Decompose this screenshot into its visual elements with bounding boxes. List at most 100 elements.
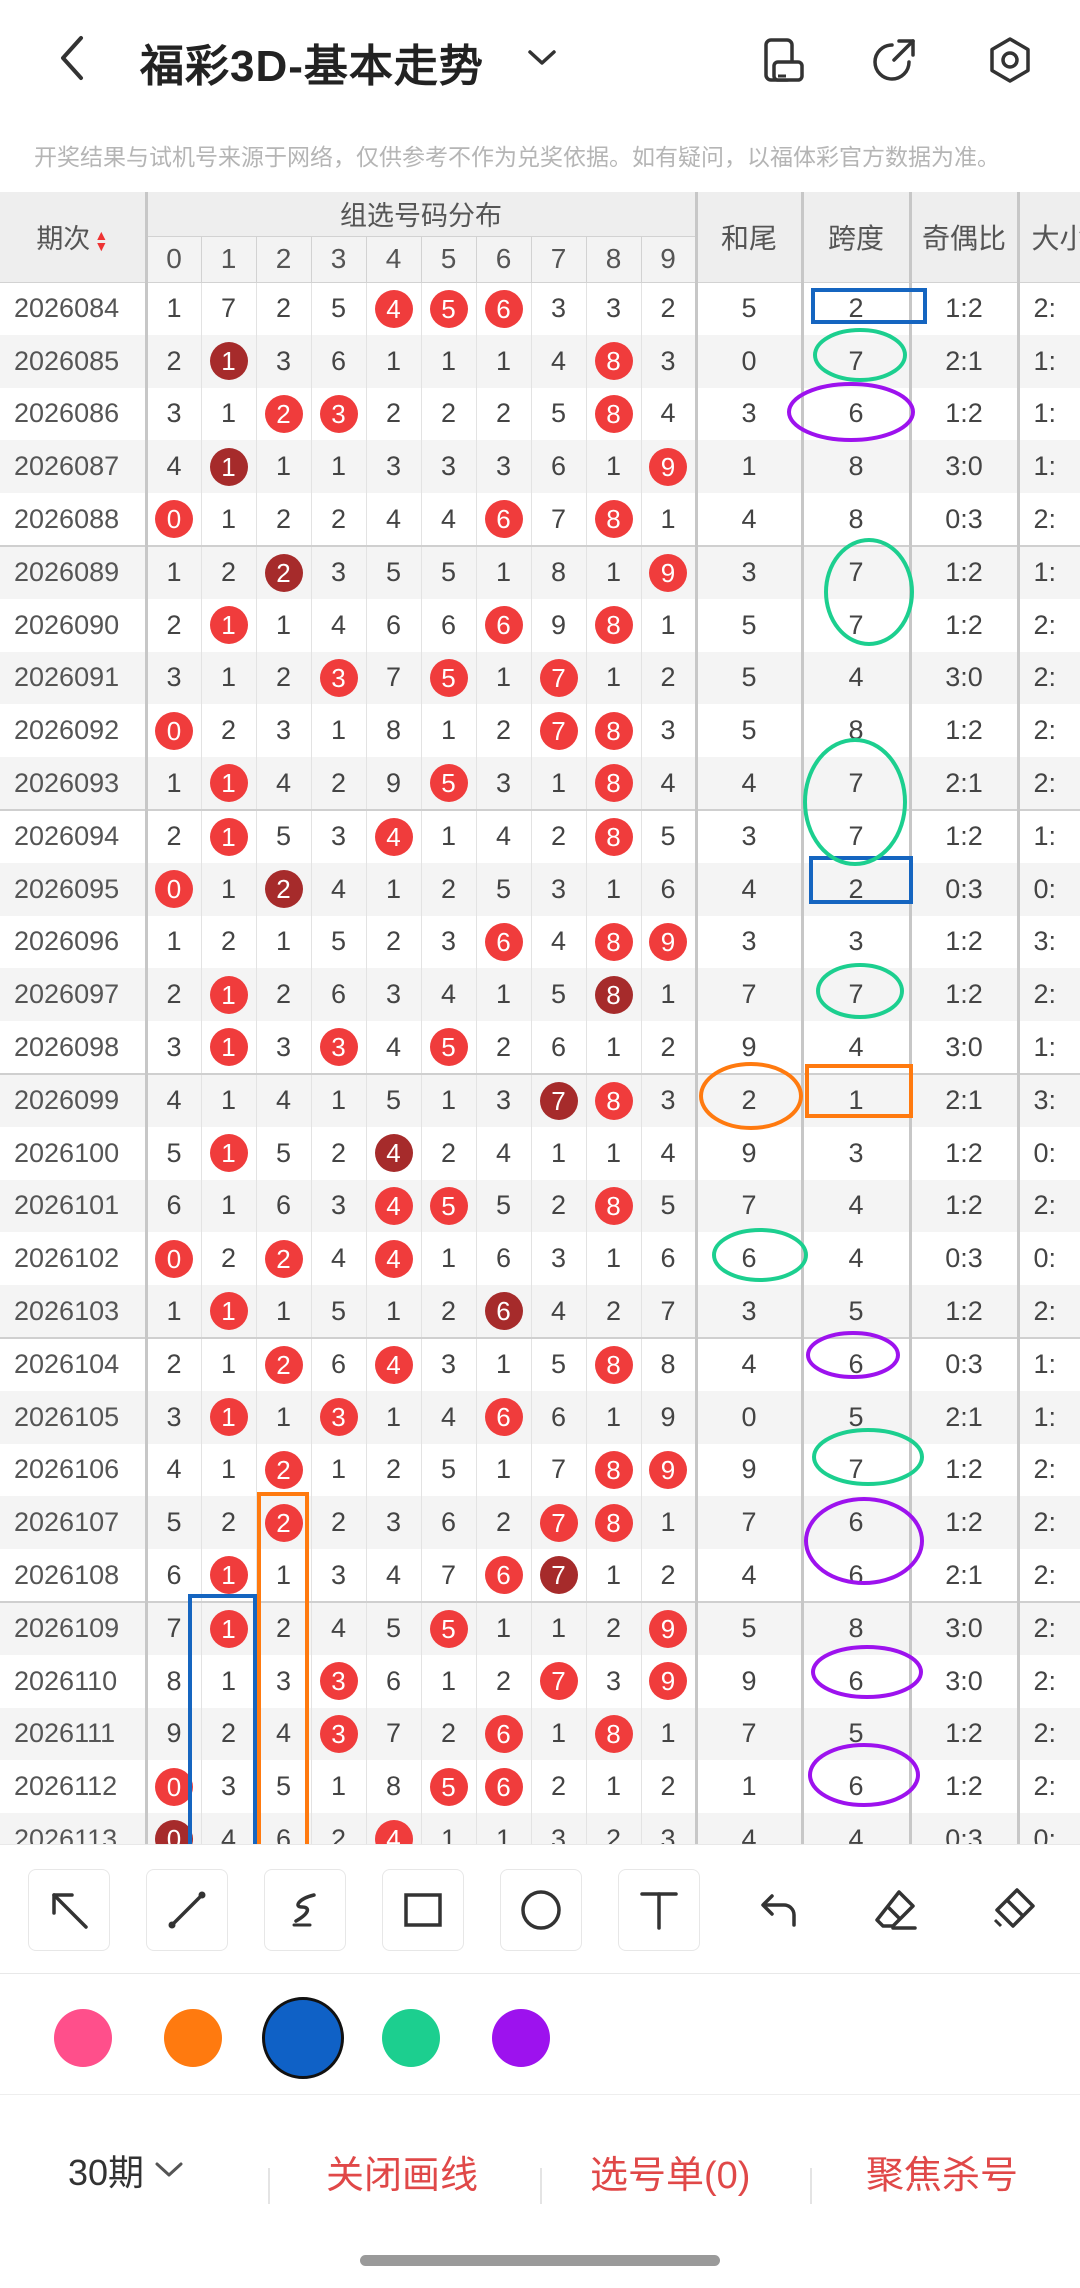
big-small-cell: 1: — [1018, 1390, 1080, 1444]
back-arrow-icon — [61, 36, 83, 80]
digit-cell: 4 — [366, 1549, 422, 1603]
winning-number-ball: 7 — [539, 1662, 578, 1701]
winning-number-ball: 5 — [429, 289, 468, 328]
back-button[interactable] — [44, 28, 100, 88]
digit-cell: 6 — [366, 1654, 422, 1708]
digit-cell: 4 — [146, 1073, 202, 1127]
close-drawing-button[interactable]: 关闭画线 — [326, 2144, 478, 2199]
digit-cell: 3 — [531, 862, 587, 916]
winning-number-ball: 7 — [539, 1503, 578, 1542]
digit-cell: 2 — [641, 1549, 698, 1603]
chevron-down-icon[interactable] — [522, 38, 562, 78]
eraser-button[interactable] — [854, 1869, 936, 1951]
settings-icon[interactable] — [982, 32, 1038, 88]
table-row: 2026095 0 1 2 4 1 2 5 3 1 6 4 2 0:3 0: — [0, 862, 1080, 916]
digit-header: 4 — [366, 236, 422, 283]
share-icon[interactable] — [866, 32, 922, 88]
digit-cell: 1 — [201, 1126, 257, 1180]
digit-cell: 0 — [146, 1232, 202, 1286]
digit-cell: 5 — [256, 1760, 312, 1814]
span-cell: 8 — [802, 440, 912, 494]
sort-icon[interactable]: ▲ ▼ — [94, 228, 108, 253]
digit-cell: 2 — [256, 1337, 312, 1391]
focus-kill-button[interactable]: 聚焦杀号 — [866, 2144, 1018, 2199]
span-cell: 6 — [802, 387, 912, 441]
sum-tail-cell: 1 — [696, 1760, 804, 1814]
digit-cell: 1 — [586, 440, 642, 494]
winning-number-ball: 3 — [319, 1398, 358, 1437]
freehand-tool-button[interactable] — [264, 1869, 346, 1951]
winning-number-ball: 4 — [374, 1186, 413, 1225]
home-indicator[interactable] — [360, 2255, 720, 2266]
digit-cell: 8 — [586, 915, 642, 969]
digit-cell: 0 — [146, 493, 202, 547]
color-swatch-purple[interactable] — [492, 2009, 550, 2067]
span-cell: 4 — [802, 1021, 912, 1075]
disclaimer-text: 开奖结果与试机号来源于网络，仅供参考不作为兑奖依据。如有疑问，以福体彩官方数据为… — [34, 144, 1000, 170]
color-swatch-green[interactable] — [382, 2009, 440, 2067]
digit-cell: 1 — [256, 1390, 312, 1444]
odd-even-cell: 3:0 — [910, 651, 1020, 705]
winning-number-ball: 8 — [594, 1081, 633, 1120]
digit-cell: 4 — [531, 915, 587, 969]
digit-cell: 8 — [586, 757, 642, 811]
color-swatch-blue-selected[interactable] — [262, 1997, 344, 2079]
big-small-cell: 2: — [1018, 1285, 1080, 1339]
period-cell: 2026105 — [0, 1390, 148, 1444]
big-small-header: 大小 — [1018, 192, 1080, 283]
sum-tail-cell: 4 — [696, 862, 804, 916]
winning-number-ball: 7 — [539, 711, 578, 750]
digit-cell: 6 — [476, 598, 532, 652]
period-selector[interactable]: 30期 — [68, 2144, 184, 2196]
span-cell: 8 — [802, 493, 912, 547]
digit-cell: 1 — [201, 334, 257, 388]
digit-cell: 5 — [366, 545, 422, 599]
text-tool-button[interactable] — [618, 1869, 700, 1951]
digit-cell: 6 — [146, 1549, 202, 1603]
digit-cell: 8 — [586, 1496, 642, 1550]
winning-number-ball: 9 — [649, 447, 687, 486]
digit-header: 3 — [311, 236, 367, 283]
digit-cell: 6 — [531, 1021, 587, 1075]
undo-button[interactable] — [736, 1869, 818, 1951]
digit-cell: 9 — [641, 1390, 698, 1444]
digit-header: 9 — [641, 236, 698, 283]
digit-cell: 5 — [421, 1443, 477, 1497]
digit-cell: 2 — [256, 493, 312, 547]
odd-even-cell: 3:0 — [910, 1654, 1020, 1708]
rectangle-tool-button[interactable] — [382, 1869, 464, 1951]
digit-cell: 1 — [586, 1126, 642, 1180]
repeat-number-ball: 0 — [155, 1820, 193, 1844]
digit-cell: 2 — [641, 1021, 698, 1075]
period-header[interactable]: 期次 ▲ ▼ — [0, 192, 148, 283]
digit-cell: 1 — [366, 862, 422, 916]
digit-cell: 8 — [586, 493, 642, 547]
digit-cell: 1 — [586, 1021, 642, 1075]
arrow-tool-button[interactable] — [28, 1869, 110, 1951]
big-small-cell: 1: — [1018, 545, 1080, 599]
page-title[interactable]: 福彩3D-基本走势 — [140, 30, 484, 94]
repeat-number-ball: 7 — [539, 1556, 578, 1595]
sum-tail-cell: 3 — [696, 809, 804, 863]
big-small-cell: 2: — [1018, 1179, 1080, 1233]
digit-cell: 2 — [146, 334, 202, 388]
digit-cell: 3 — [311, 651, 367, 705]
line-tool-button[interactable] — [146, 1869, 228, 1951]
digit-cell: 7 — [201, 282, 257, 335]
digit-cell: 3 — [311, 1707, 367, 1761]
digit-cell: 1 — [201, 862, 257, 916]
digit-cell: 2 — [256, 1443, 312, 1497]
screen-rotate-icon[interactable] — [756, 32, 812, 88]
table-row: 2026113 0 4 6 2 4 1 1 3 2 3 4 4 0:3 0: — [0, 1813, 1080, 1844]
winning-number-ball: 8 — [594, 817, 633, 856]
color-swatch-orange[interactable] — [164, 2009, 222, 2067]
trend-table-area[interactable]: 期次▲▼ 组选号码分布 和尾 跨度 奇偶比 大小 0123456789 2026… — [0, 192, 1080, 1844]
circle-tool-button[interactable] — [500, 1869, 582, 1951]
color-swatch-pink[interactable] — [54, 2009, 112, 2067]
winning-number-ball: 5 — [429, 1186, 468, 1225]
selection-list-button[interactable]: 选号单(0) — [590, 2144, 750, 2199]
clear-button[interactable] — [972, 1869, 1054, 1951]
sum-tail-cell: 4 — [696, 757, 804, 811]
period-cell: 2026086 — [0, 387, 148, 441]
digit-cell: 2 — [366, 1443, 422, 1497]
